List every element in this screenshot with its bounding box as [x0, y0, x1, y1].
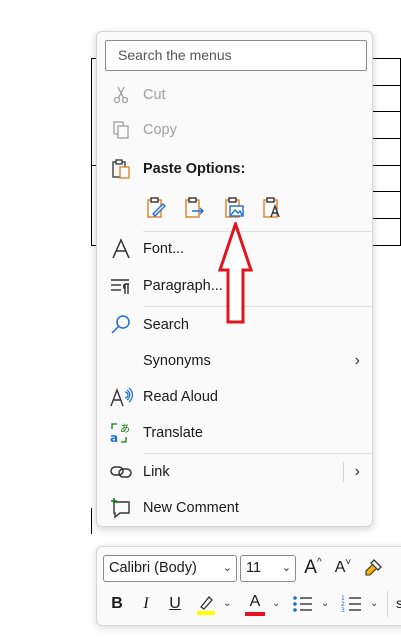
numbering-dropdown[interactable]: ⌄: [370, 598, 378, 609]
highlight-dropdown[interactable]: ⌄: [223, 598, 231, 609]
font-size-select[interactable]: 11 ⌄: [240, 555, 296, 582]
paragraph-icon: [109, 274, 133, 298]
italic-button[interactable]: I: [134, 592, 158, 616]
paste-keep-source-formatting-button[interactable]: [143, 195, 169, 221]
menu-item-read-aloud[interactable]: Read Aloud: [97, 380, 372, 414]
format-painter-button[interactable]: [361, 556, 385, 580]
translate-icon: aあ: [109, 421, 133, 445]
chevron-down-icon: ⌄: [222, 562, 232, 574]
svg-text:あ: あ: [120, 423, 130, 435]
numbering-button[interactable]: 123: [340, 592, 364, 616]
chevron-right-icon[interactable]: ›: [355, 455, 360, 489]
font-color-icon: A: [249, 593, 261, 610]
search-menus-input[interactable]: Search the menus: [105, 40, 367, 71]
scissors-icon: [109, 83, 133, 107]
menu-item-label: New Comment: [143, 500, 239, 516]
font-name-select[interactable]: Calibri (Body) ⌄: [103, 555, 237, 582]
svg-text:3: 3: [341, 607, 345, 614]
search-icon: [109, 313, 133, 337]
bullets-button[interactable]: [291, 592, 315, 616]
bullet-list-icon: [293, 596, 312, 612]
menu-separator: [143, 306, 372, 307]
paste-picture-button[interactable]: [221, 195, 247, 221]
shrink-font-button[interactable]: A ˅: [331, 556, 355, 580]
read-aloud-icon: [109, 385, 133, 409]
menu-item-copy[interactable]: Copy: [97, 113, 372, 147]
red-arrow-annotation: [218, 222, 254, 324]
caret-down-icon: ˅: [345, 556, 352, 568]
underline-button[interactable]: U: [163, 592, 187, 616]
highlighter-icon: [197, 596, 215, 615]
menu-item-link[interactable]: Link ›: [97, 455, 372, 489]
clipboard-icon: [109, 157, 133, 181]
menu-item-label: Link: [143, 464, 170, 480]
menu-item-label: Copy: [143, 122, 177, 138]
menu-item-label: Font...: [143, 241, 185, 257]
menu-separator: [143, 453, 372, 454]
grow-font-icon: A: [304, 557, 317, 578]
font-name-value: Calibri (Body): [109, 560, 197, 576]
split-divider: [343, 462, 344, 482]
menu-item-label: Search: [143, 317, 189, 333]
menu-item-new-comment[interactable]: New Comment: [97, 491, 372, 525]
font-color-button[interactable]: A: [243, 592, 267, 616]
paste-keep-text-only-button[interactable]: [259, 195, 285, 221]
menu-item-cut[interactable]: Cut: [97, 78, 372, 112]
svg-text:a: a: [110, 431, 118, 445]
paste-options-label: Paste Options:: [143, 161, 246, 177]
shrink-font-icon: A: [334, 559, 346, 576]
mini-toolbar: Calibri (Body) ⌄ 11 ⌄ A ^ A ˅ B I U ⌄ A ⌄ …: [96, 546, 401, 626]
format-painter-icon: [365, 559, 382, 576]
link-icon: [109, 460, 133, 484]
font-color-swatch: [245, 612, 265, 616]
font-color-dropdown[interactable]: ⌄: [272, 598, 280, 609]
menu-item-label: Translate: [143, 425, 203, 441]
toolbar-divider: [387, 591, 388, 617]
menu-item-label: Synonyms: [143, 353, 211, 369]
font-size-value: 11: [246, 560, 262, 576]
styles-button[interactable]: s: [396, 595, 401, 611]
bold-icon: B: [111, 595, 123, 612]
italic-icon: I: [143, 595, 149, 612]
menu-item-label: Cut: [143, 87, 166, 103]
chevron-right-icon: ›: [354, 352, 360, 369]
underline-icon: U: [169, 595, 181, 612]
bold-button[interactable]: B: [105, 592, 129, 616]
grow-font-button[interactable]: A ^: [301, 556, 325, 580]
menu-item-synonyms[interactable]: Synonyms ›: [97, 344, 372, 378]
font-icon: [109, 237, 133, 261]
highlight-button[interactable]: [194, 592, 218, 616]
paste-merge-formatting-button[interactable]: [181, 195, 207, 221]
copy-icon: [109, 118, 133, 142]
menu-item-label: Read Aloud: [143, 389, 218, 405]
chevron-down-icon: ⌄: [281, 562, 291, 574]
numbered-list-icon: 123: [341, 595, 361, 614]
bullets-dropdown[interactable]: ⌄: [321, 598, 329, 609]
caret-up-icon: ^: [316, 556, 322, 568]
menu-item-translate[interactable]: aあ Translate: [97, 416, 372, 450]
new-comment-icon: [109, 496, 133, 520]
menu-header-paste-options: Paste Options:: [97, 152, 372, 186]
menu-item-label: Paragraph...: [143, 278, 223, 294]
